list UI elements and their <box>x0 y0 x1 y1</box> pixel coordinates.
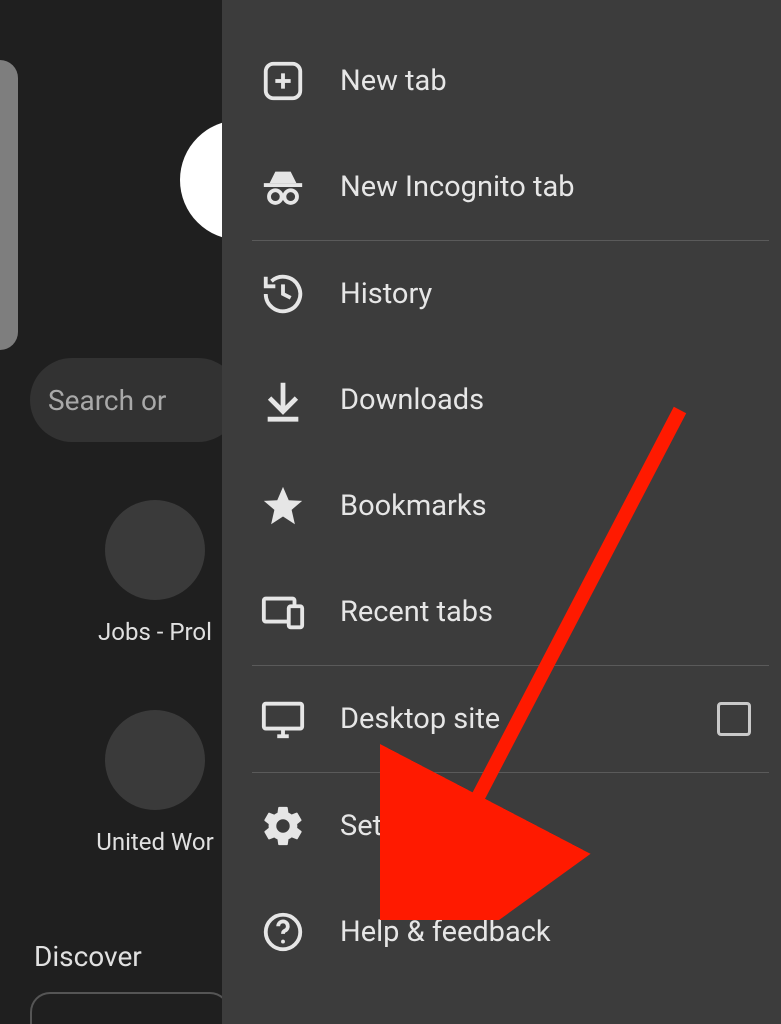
menu-label: Downloads <box>340 383 751 417</box>
shortcut-label: United Wor <box>90 828 220 856</box>
overflow-menu: New tab New Incognito tab History <box>222 0 781 1024</box>
search-placeholder: Search or <box>48 384 166 417</box>
menu-history[interactable]: History <box>222 241 781 347</box>
menu-label: New tab <box>340 64 751 98</box>
star-icon <box>260 483 306 529</box>
shortcut-icon <box>105 710 205 810</box>
plus-square-icon <box>260 58 306 104</box>
devices-icon <box>260 589 306 635</box>
menu-label: Settings <box>340 809 751 843</box>
menu-settings[interactable]: Settings <box>222 773 781 879</box>
menu-label: Help & feedback <box>340 915 751 949</box>
help-circle-icon <box>260 909 306 955</box>
menu-label: Recent tabs <box>340 595 751 629</box>
search-bar[interactable]: Search or <box>30 358 240 442</box>
site-shortcut[interactable]: United Wor <box>90 710 220 856</box>
menu-label: Desktop site <box>340 702 717 736</box>
menu-desktop-site[interactable]: Desktop site <box>222 666 781 772</box>
discover-card <box>30 992 230 1024</box>
tab-switcher-strip <box>0 60 18 350</box>
shortcut-icon <box>105 500 205 600</box>
discover-heading: Discover <box>34 940 142 973</box>
menu-new-tab[interactable]: New tab <box>222 28 781 134</box>
menu-bookmarks[interactable]: Bookmarks <box>222 453 781 559</box>
menu-downloads[interactable]: Downloads <box>222 347 781 453</box>
menu-label: History <box>340 277 751 311</box>
menu-new-incognito-tab[interactable]: New Incognito tab <box>222 134 781 240</box>
gear-icon <box>260 803 306 849</box>
monitor-icon <box>260 696 306 742</box>
history-icon <box>260 271 306 317</box>
incognito-icon <box>260 164 306 210</box>
shortcut-label: Jobs - Prol <box>90 618 220 646</box>
desktop-site-checkbox[interactable] <box>717 702 751 736</box>
download-icon <box>260 377 306 423</box>
menu-label: New Incognito tab <box>340 170 751 204</box>
menu-help-feedback[interactable]: Help & feedback <box>222 879 781 985</box>
menu-label: Bookmarks <box>340 489 751 523</box>
site-shortcut[interactable]: Jobs - Prol <box>90 500 220 646</box>
menu-recent-tabs[interactable]: Recent tabs <box>222 559 781 665</box>
